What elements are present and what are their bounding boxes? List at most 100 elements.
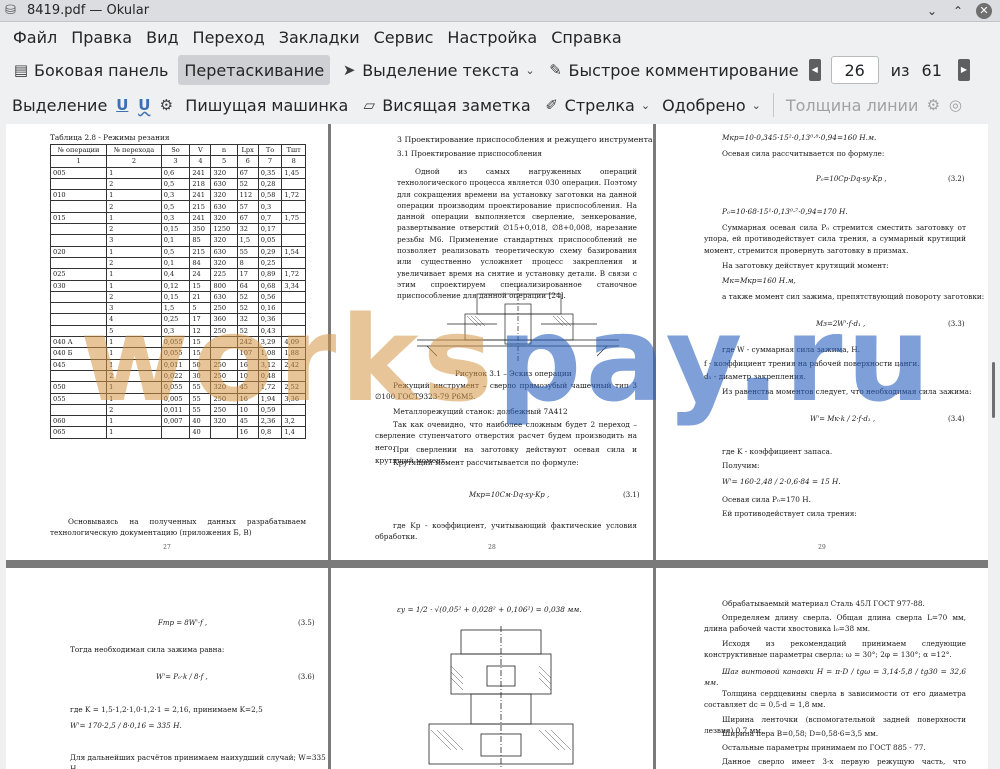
table-cell [281,403,306,417]
stamp-icon[interactable]: ⚙ [157,96,175,114]
table-cell: 67 [236,211,259,225]
table-cell: 0,59 [257,403,283,417]
table-row: 2 0,15 21 630 52 0,56 [49,290,306,304]
table-row: 050 1 0,055 55 320 45 1,72 2,52 [49,381,306,394]
table-cell: 320 [210,415,238,428]
table-cell: 250 [210,324,238,338]
table-cell: 0,58 [257,189,283,202]
table-cell [281,200,306,213]
arrow-button[interactable]: ✐ Стрелка ⌄ [537,90,656,120]
menu-tools[interactable]: Сервис [367,24,441,51]
table-cell: 5 [189,302,212,315]
table-cell: 1 [106,358,162,371]
fixture-drawing [428,626,574,769]
table-header: Tшт [281,143,306,157]
table-cell: 0,055 [160,336,191,349]
opacity-icon[interactable]: ⚙ [924,96,942,114]
chevron-down-icon[interactable]: ⌄ [641,99,650,112]
table-cell: 16 [236,426,259,439]
table-cell: 250 [210,358,238,371]
line-width-button[interactable]: Толщина линии [780,90,925,120]
formula: P₀=10Cр·Dq·sy·Kр , [816,175,887,183]
table-row: 015 1 0,3 241 320 67 0,7 1,75 [49,211,306,225]
approved-button[interactable]: Одобрено ⌄ [656,90,767,120]
table-cell [281,324,306,338]
table-cell: 0,17 [257,223,283,236]
page-31: εу = 1/2 · √(0,05² + 0,028² + 0,106²) = … [331,568,653,769]
previous-page-icon[interactable]: ◀ [808,59,821,81]
table-row: 5 0,3 12 250 52 0,43 [49,324,306,338]
page-30: Fтр = 8W'·f , (3.5) Тогда необходимая си… [6,568,328,769]
table-cell: 630 [210,177,238,191]
menu-help[interactable]: Справка [544,24,629,51]
paragraph: Толщина сердцевины сверла в зависимости … [704,689,966,710]
next-page-icon[interactable]: ▶ [957,59,970,81]
table-row: 055 1 0,005 55 250 16 1,94 3,36 [49,392,306,405]
paragraph: Металлорежущий станок: долбежный 7А412 [393,407,568,416]
chevron-down-icon[interactable]: ⌄ [525,64,534,77]
table-cell: 67 [236,166,259,179]
selection-button[interactable]: Выделение [6,90,113,120]
page-number-input[interactable] [830,56,879,84]
table-header: n [210,143,238,157]
paragraph: где Kр - коэффициент, учитывающий фактич… [375,521,637,542]
table-cell [49,177,108,191]
close-icon[interactable]: ✕ [976,2,992,19]
note-button[interactable]: ▱ Висящая заметка [354,90,536,120]
menu-edit[interactable]: Правка [64,24,139,51]
table-cell: 250 [210,369,238,383]
formula: W'= P₀·k / 8·f , [156,673,208,681]
menu-settings[interactable]: Настройка [440,24,544,51]
table-header-num: 5 [210,155,238,168]
table-cell: 0,6 [160,166,191,179]
formula-number: (3.4) [948,415,965,423]
table-cell: 64 [236,279,259,292]
table-cell: 020 [49,245,108,258]
typewriter-button[interactable]: Пишущая машинка [179,90,354,120]
menu-file[interactable]: Файл [6,24,64,51]
page-29: Mкр=10·0,345·15²·0,13⁰·⁸·0,94=160 Н.м. О… [656,124,988,560]
table-cell: 0,56 [257,290,283,304]
table-cell: 5 [106,324,162,338]
table-cell: 320 [210,234,238,247]
text-select-button[interactable]: ➤ Выделение текста ⌄ [334,55,540,85]
squiggle-underline-icon[interactable]: U [135,96,153,114]
table-cell: 1,72 [281,268,306,281]
table-cell: 040 А [49,336,108,349]
table-cell: 005 [49,166,108,179]
text-line: где K = 1,5·1,2·1,0·1,2·1 = 2,16, приним… [70,705,263,714]
text-line: Осевая сила P₀=170 Н. [722,495,811,504]
quick-comment-button[interactable]: ✎ Быстрое комментирование [541,55,805,85]
paragraph: Остальные параметры принимаем по ГОСТ 88… [722,743,926,752]
table-cell: 045 [49,358,108,371]
menu-view[interactable]: Вид [139,24,185,51]
table-cell: 84 [189,256,212,270]
underline-icon[interactable]: U [113,96,131,114]
minimize-icon[interactable]: ⌄ [924,3,940,19]
paragraph: Основываясь на полученных данных разраба… [50,517,306,538]
table-cell: 112 [236,189,259,202]
table-cell: 1 [106,268,162,281]
table-cell: 24 [189,268,212,281]
table-cell: 1,54 [281,245,306,258]
page-28: 3 Проектирование приспособления и режуще… [331,124,653,560]
pen-icon: ✎ [549,61,562,79]
scrollbar-thumb[interactable] [992,362,995,418]
page-number: 28 [488,543,496,551]
table-cell: 0,005 [160,392,191,405]
chevron-down-icon[interactable]: ⌄ [752,99,761,112]
sidebar-button[interactable]: ▤ Боковая панель [6,55,174,85]
vertical-scrollbar[interactable] [988,124,1000,769]
font-icon[interactable]: ◎ [946,96,964,114]
table-cell: 0,35 [257,166,283,179]
table-cell: 225 [210,268,238,281]
formula-line: W'= 170·2,5 / 8·0,16 = 335 Н. [70,721,182,730]
maximize-icon[interactable]: ⌃ [950,3,966,19]
text-line: Из равенства моментов следует, что необх… [722,387,972,396]
table-cell: 0,022 [160,369,191,383]
menu-bookmarks[interactable]: Закладки [272,24,367,51]
menu-go[interactable]: Переход [186,24,272,51]
drag-mode-button[interactable]: Перетаскивание [178,55,331,85]
note-icon: ▱ [363,96,376,114]
document-view[interactable]: Таблица 2.8 - Режимы резания № операции … [6,124,988,769]
